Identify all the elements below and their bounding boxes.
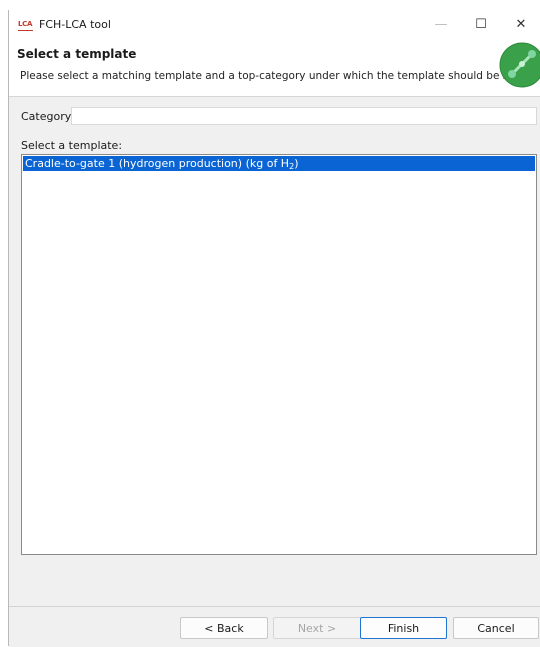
window-title: FCH-LCA tool [39, 17, 111, 31]
category-input[interactable] [71, 107, 537, 125]
template-item-suffix: ) [294, 157, 299, 170]
molecule-logo-icon [499, 42, 540, 88]
template-list-label: Select a template: [21, 139, 123, 152]
page-description: Please select a matching template and a … [20, 70, 536, 82]
category-label: Category [21, 110, 72, 123]
cancel-button[interactable]: Cancel [453, 617, 539, 639]
next-button[interactable]: Next > [273, 617, 361, 639]
title-bar: LCA FCH-LCA tool — ☐ ✕ [9, 10, 540, 38]
page-title: Select a template [17, 47, 137, 61]
minimize-icon: — [434, 16, 448, 32]
template-item-cradle-to-gate-1[interactable]: Cradle-to-gate 1 (hydrogen production) (… [23, 156, 535, 171]
maximize-icon: ☐ [475, 16, 487, 32]
lca-app-icon: LCA [18, 18, 33, 31]
wizard-body: Category Select a template: Cradle-to-ga… [9, 97, 540, 613]
finish-button[interactable]: Finish [360, 617, 447, 639]
wizard-footer: < Back Next > Finish Cancel [9, 606, 540, 647]
back-button[interactable]: < Back [180, 617, 268, 639]
template-item-text: Cradle-to-gate 1 (hydrogen production) (… [25, 157, 290, 170]
wizard-window: LCA FCH-LCA tool — ☐ ✕ Select a template… [8, 10, 540, 647]
window-controls: — ☐ ✕ [421, 10, 540, 38]
maximize-button[interactable]: ☐ [461, 10, 501, 38]
close-button[interactable]: ✕ [501, 10, 540, 38]
template-list[interactable]: Cradle-to-gate 1 (hydrogen production) (… [21, 154, 537, 555]
minimize-button[interactable]: — [421, 10, 461, 38]
wizard-header: Select a template Please select a matchi… [9, 38, 540, 97]
close-icon: ✕ [515, 16, 527, 32]
